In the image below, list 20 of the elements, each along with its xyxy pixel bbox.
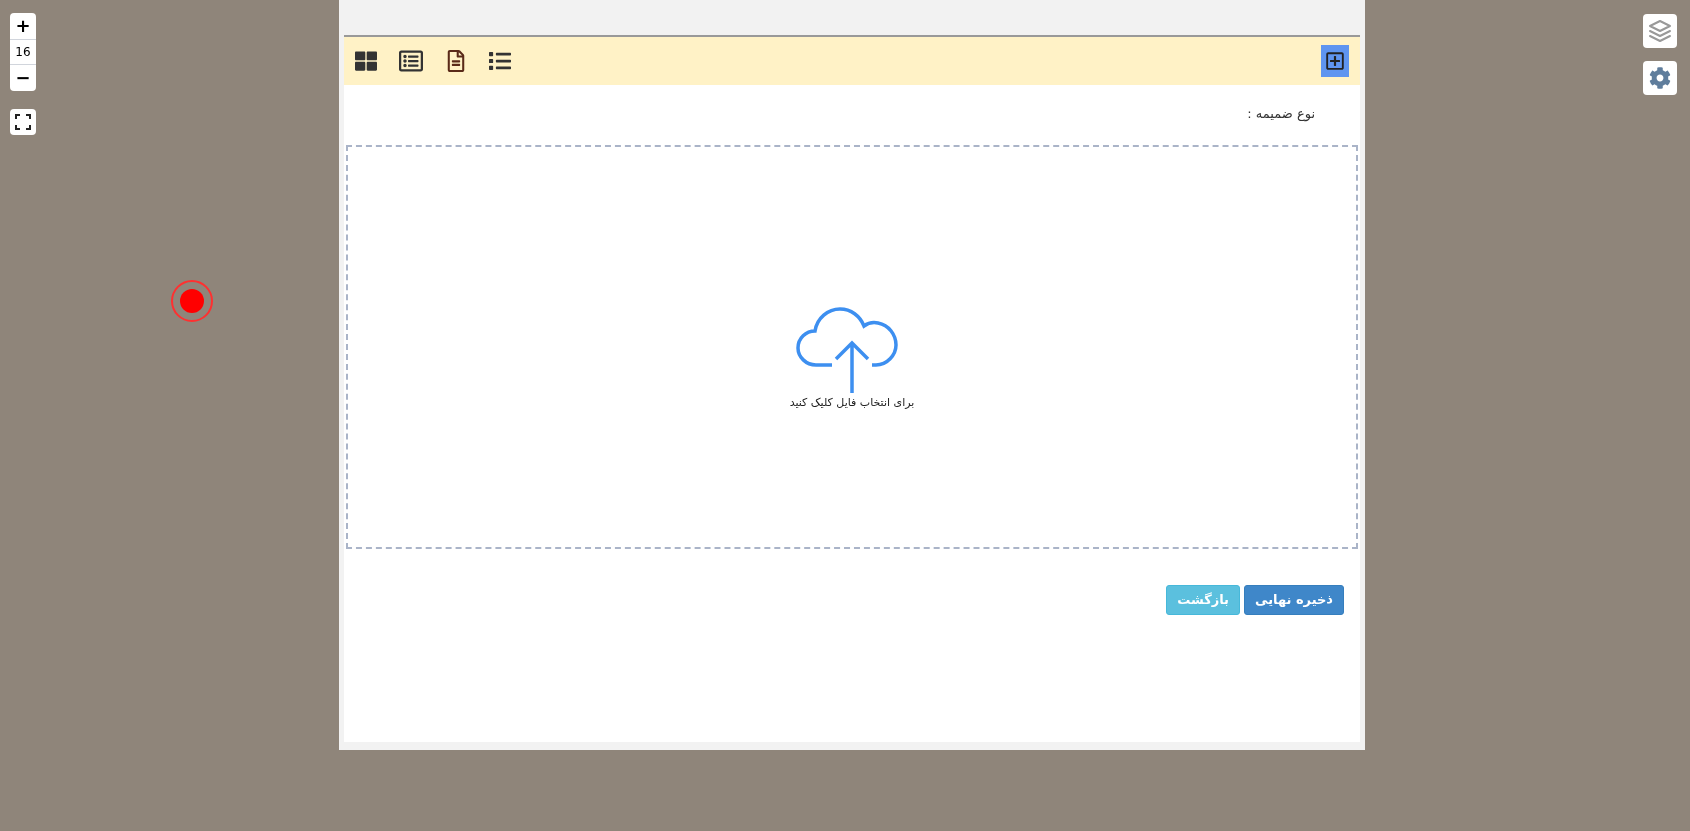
grid-icon[interactable] bbox=[355, 50, 377, 72]
layers-icon bbox=[1648, 19, 1672, 43]
layers-button[interactable] bbox=[1643, 14, 1677, 48]
add-button[interactable] bbox=[1321, 45, 1349, 77]
location-marker-icon bbox=[171, 280, 213, 322]
settings-icon bbox=[1649, 67, 1671, 89]
attachment-type-label: نوع ضمیمه : bbox=[1247, 106, 1315, 121]
zoom-in-button[interactable]: + bbox=[10, 13, 36, 39]
file-dropzone[interactable]: برای انتخاب فایل کلیک کنید bbox=[346, 145, 1358, 549]
zoom-out-button[interactable]: − bbox=[10, 65, 36, 91]
settings-button[interactable] bbox=[1643, 61, 1677, 95]
fullscreen-icon bbox=[15, 114, 31, 130]
add-icon bbox=[1325, 51, 1345, 71]
fullscreen-button[interactable] bbox=[10, 109, 36, 135]
list-icon[interactable] bbox=[489, 50, 511, 72]
dropzone-hint: برای انتخاب فایل کلیک کنید bbox=[789, 394, 915, 411]
document-icon[interactable] bbox=[445, 50, 467, 72]
zoom-level: 16 bbox=[10, 39, 36, 65]
list-card-icon[interactable] bbox=[399, 49, 423, 73]
save-button[interactable]: ذخیره نهایی bbox=[1244, 585, 1344, 615]
